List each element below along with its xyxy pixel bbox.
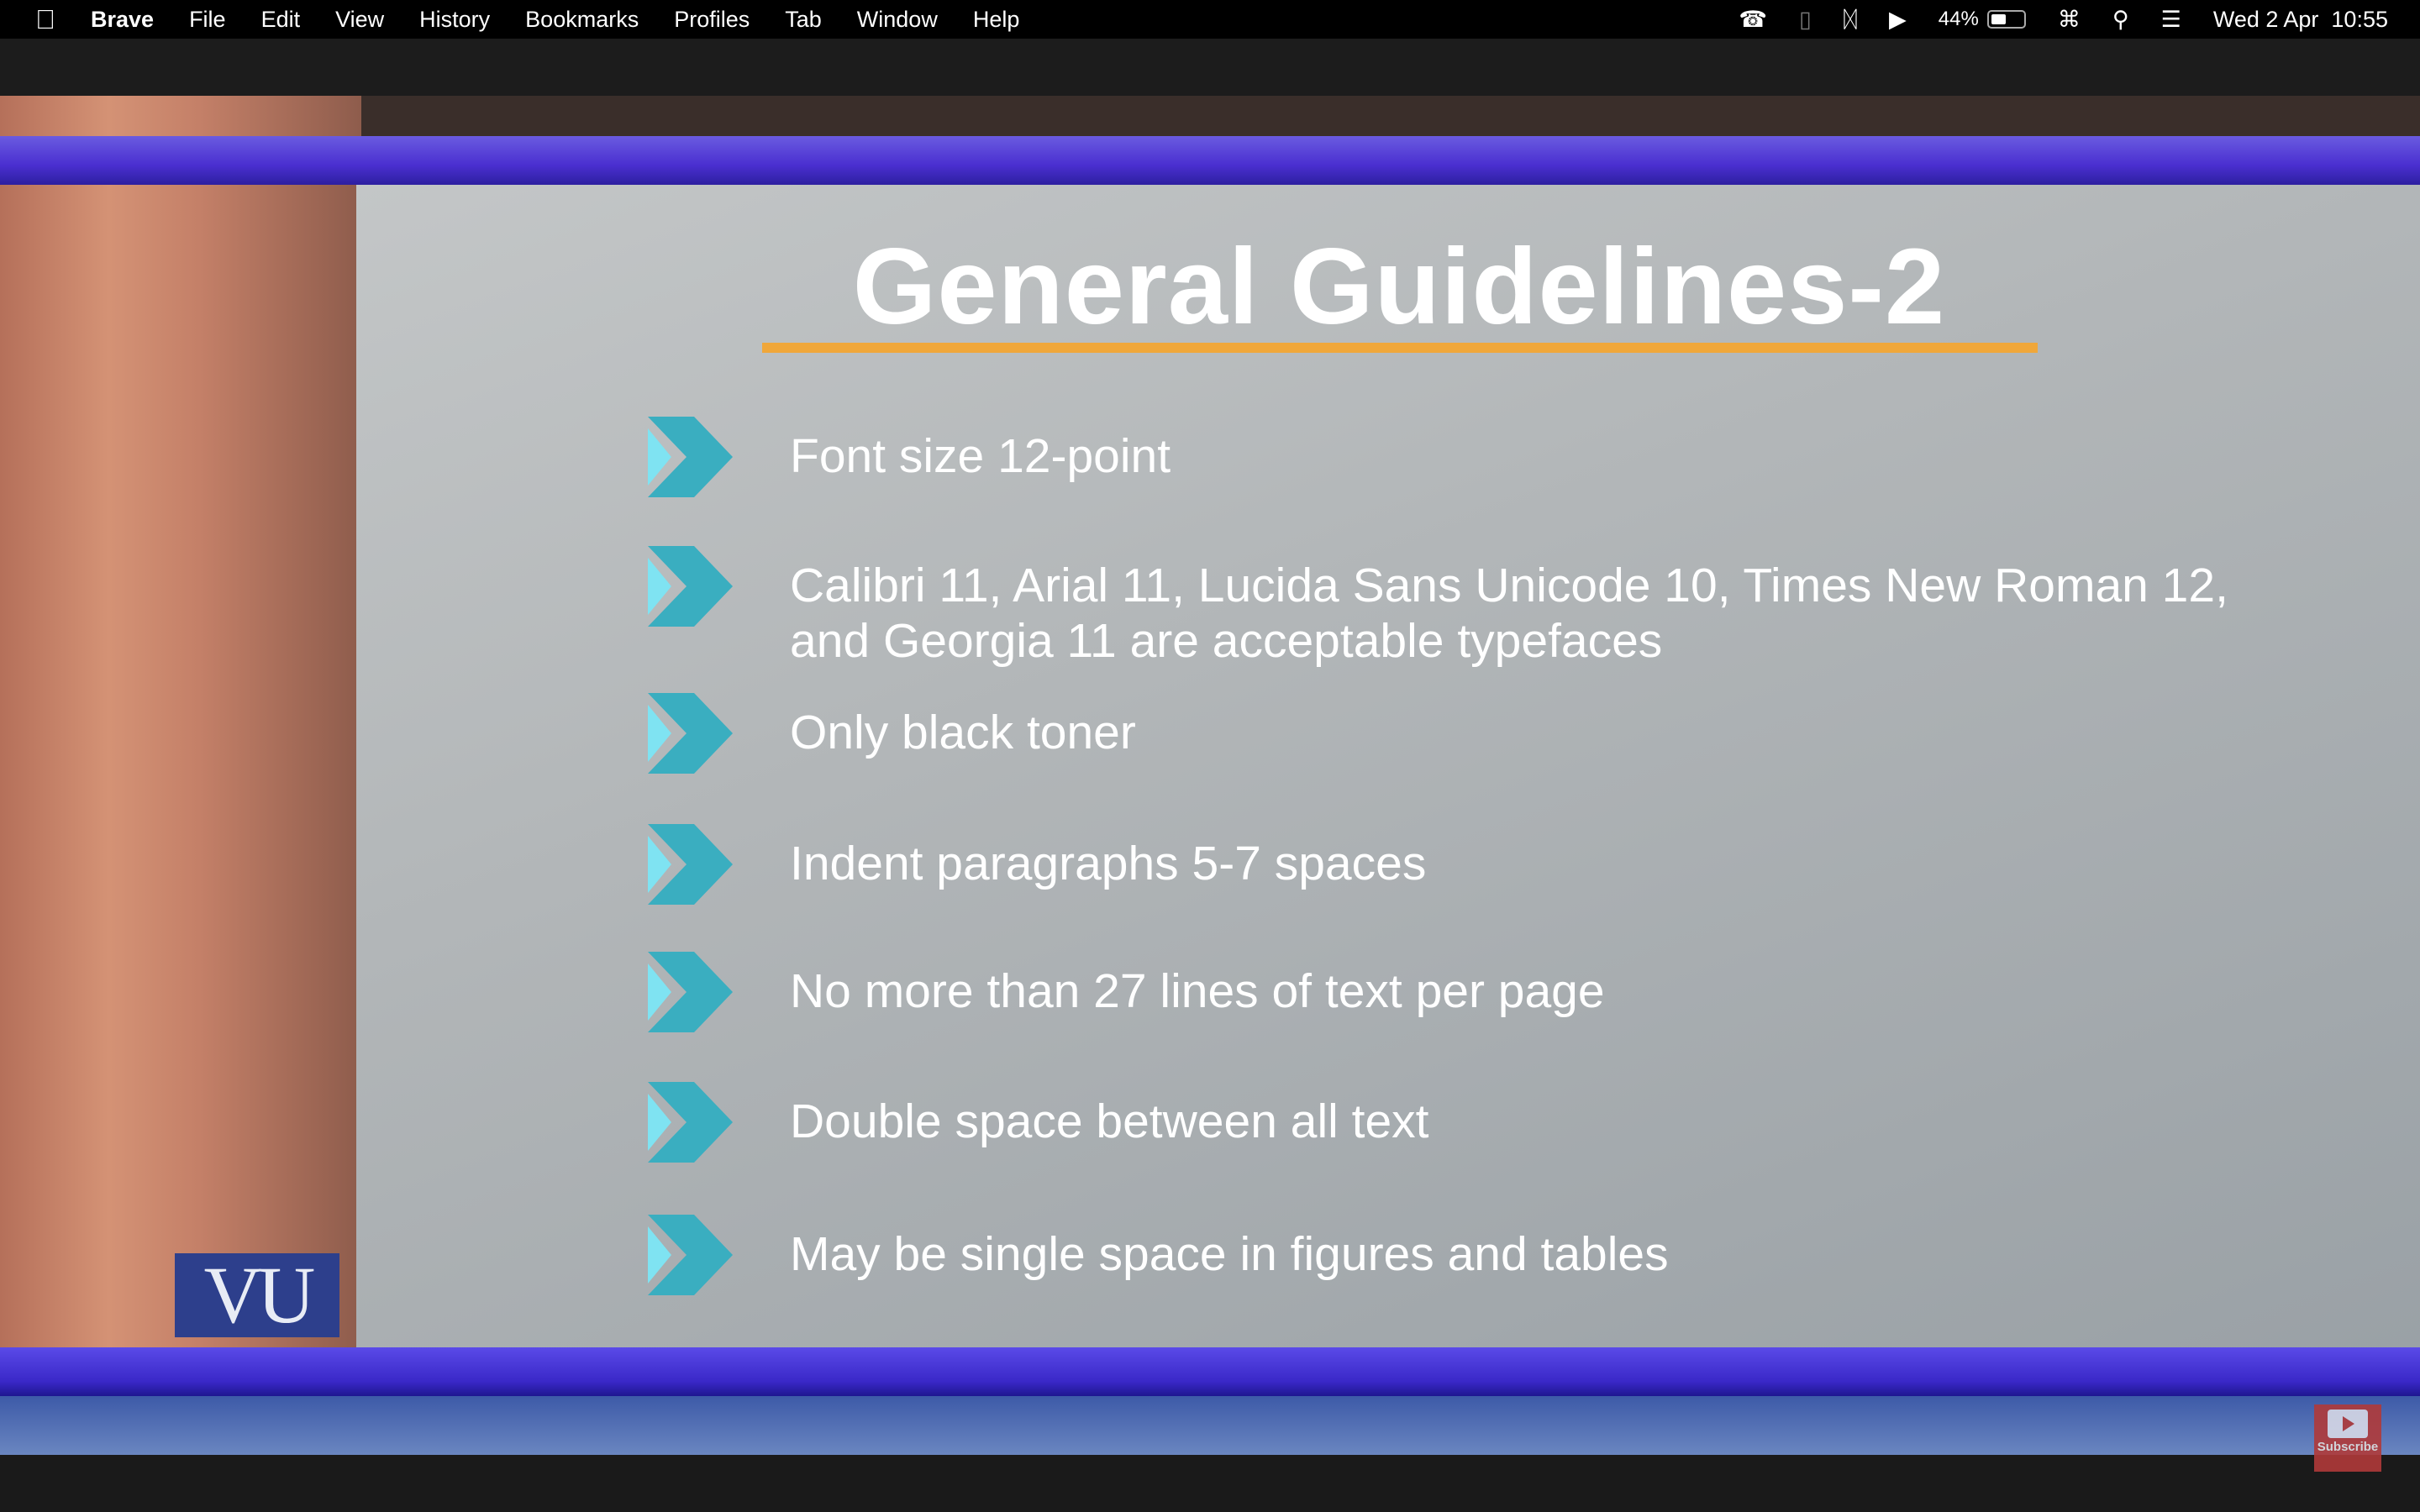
bullet-text: May be single space in figures and table… xyxy=(790,1227,1669,1281)
apple-icon[interactable]:  xyxy=(35,4,55,35)
bluetooth-icon[interactable]: ᛞ xyxy=(1844,7,1857,33)
bullet-item: Calibri 11, Arial 11, Lucida Sans Unicod… xyxy=(648,546,2228,669)
bullet-text: Calibri 11, Arial 11, Lucida Sans Unicod… xyxy=(790,559,2228,668)
menu-history[interactable]: History xyxy=(419,7,490,33)
bullet-text: Font size 12-point xyxy=(790,429,1171,483)
studio-bottom-bar xyxy=(0,1347,2420,1396)
chevron-icon xyxy=(648,824,733,905)
menu-bar:  Brave File Edit View History Bookmarks… xyxy=(0,0,2420,39)
studio-top-bar xyxy=(0,136,2420,185)
menu-edit[interactable]: Edit xyxy=(261,7,301,33)
search-icon[interactable]: ⚲ xyxy=(2112,7,2129,33)
subscribe-button[interactable]: Subscribe xyxy=(2314,1404,2381,1472)
menu-profiles[interactable]: Profiles xyxy=(674,7,750,33)
chevron-icon xyxy=(648,546,733,627)
sidebar-icon[interactable]: ▯ xyxy=(1799,7,1812,33)
viber-icon[interactable]: ☎ xyxy=(1739,7,1767,33)
bullet-text: No more than 27 lines of text per page xyxy=(790,964,1605,1018)
menu-tab[interactable]: Tab xyxy=(785,7,822,33)
menu-help[interactable]: Help xyxy=(973,7,1020,33)
battery-percent: 44% xyxy=(1938,8,1979,30)
chevron-icon xyxy=(648,693,733,774)
status-area: ☎ ▯ ᛞ ▶ 44% ⌘ ⚲ ☰ Wed 2 Apr 10:55 xyxy=(1739,0,2388,39)
chevron-icon xyxy=(648,952,733,1032)
clock[interactable]: Wed 2 Apr 10:55 xyxy=(2213,7,2388,33)
bullet-item: May be single space in figures and table… xyxy=(648,1215,1669,1295)
title-underline xyxy=(762,343,2038,353)
studio-floor xyxy=(0,1396,2420,1455)
play-icon xyxy=(2328,1410,2368,1438)
studio-ceiling xyxy=(252,96,2420,138)
menu-app-name[interactable]: Brave xyxy=(91,7,154,33)
play-icon[interactable]: ▶ xyxy=(1889,7,1907,33)
control-center-icon[interactable]: ☰ xyxy=(2161,7,2181,33)
chevron-icon xyxy=(648,1082,733,1163)
bullet-item: Indent paragraphs 5-7 spaces xyxy=(648,824,1426,905)
bullet-text: Double space between all text xyxy=(790,1095,1429,1148)
menu-window[interactable]: Window xyxy=(857,7,938,33)
bullet-item: Double space between all text xyxy=(648,1082,1428,1163)
menu-file[interactable]: File xyxy=(189,7,226,33)
menu-bookmarks[interactable]: Bookmarks xyxy=(525,7,639,33)
bullet-item: Font size 12-point xyxy=(648,417,1171,497)
bullet-text: Indent paragraphs 5-7 spaces xyxy=(790,837,1427,890)
bullet-item: Only black toner xyxy=(648,693,1136,774)
battery-icon[interactable] xyxy=(1986,10,2026,29)
bullet-item: No more than 27 lines of text per page xyxy=(648,952,1605,1032)
slide-title: General Guidelines-2 xyxy=(852,227,1946,347)
subscribe-label: Subscribe xyxy=(2317,1440,2379,1454)
menu-view[interactable]: View xyxy=(335,7,384,33)
chevron-icon xyxy=(648,1215,733,1295)
bullet-text: Only black toner xyxy=(790,706,1136,759)
browser-toolbar-strip xyxy=(0,39,2420,96)
wifi-icon[interactable]: ⌘ xyxy=(2058,7,2081,33)
chevron-icon xyxy=(648,417,733,497)
vu-logo: VU xyxy=(175,1253,339,1337)
